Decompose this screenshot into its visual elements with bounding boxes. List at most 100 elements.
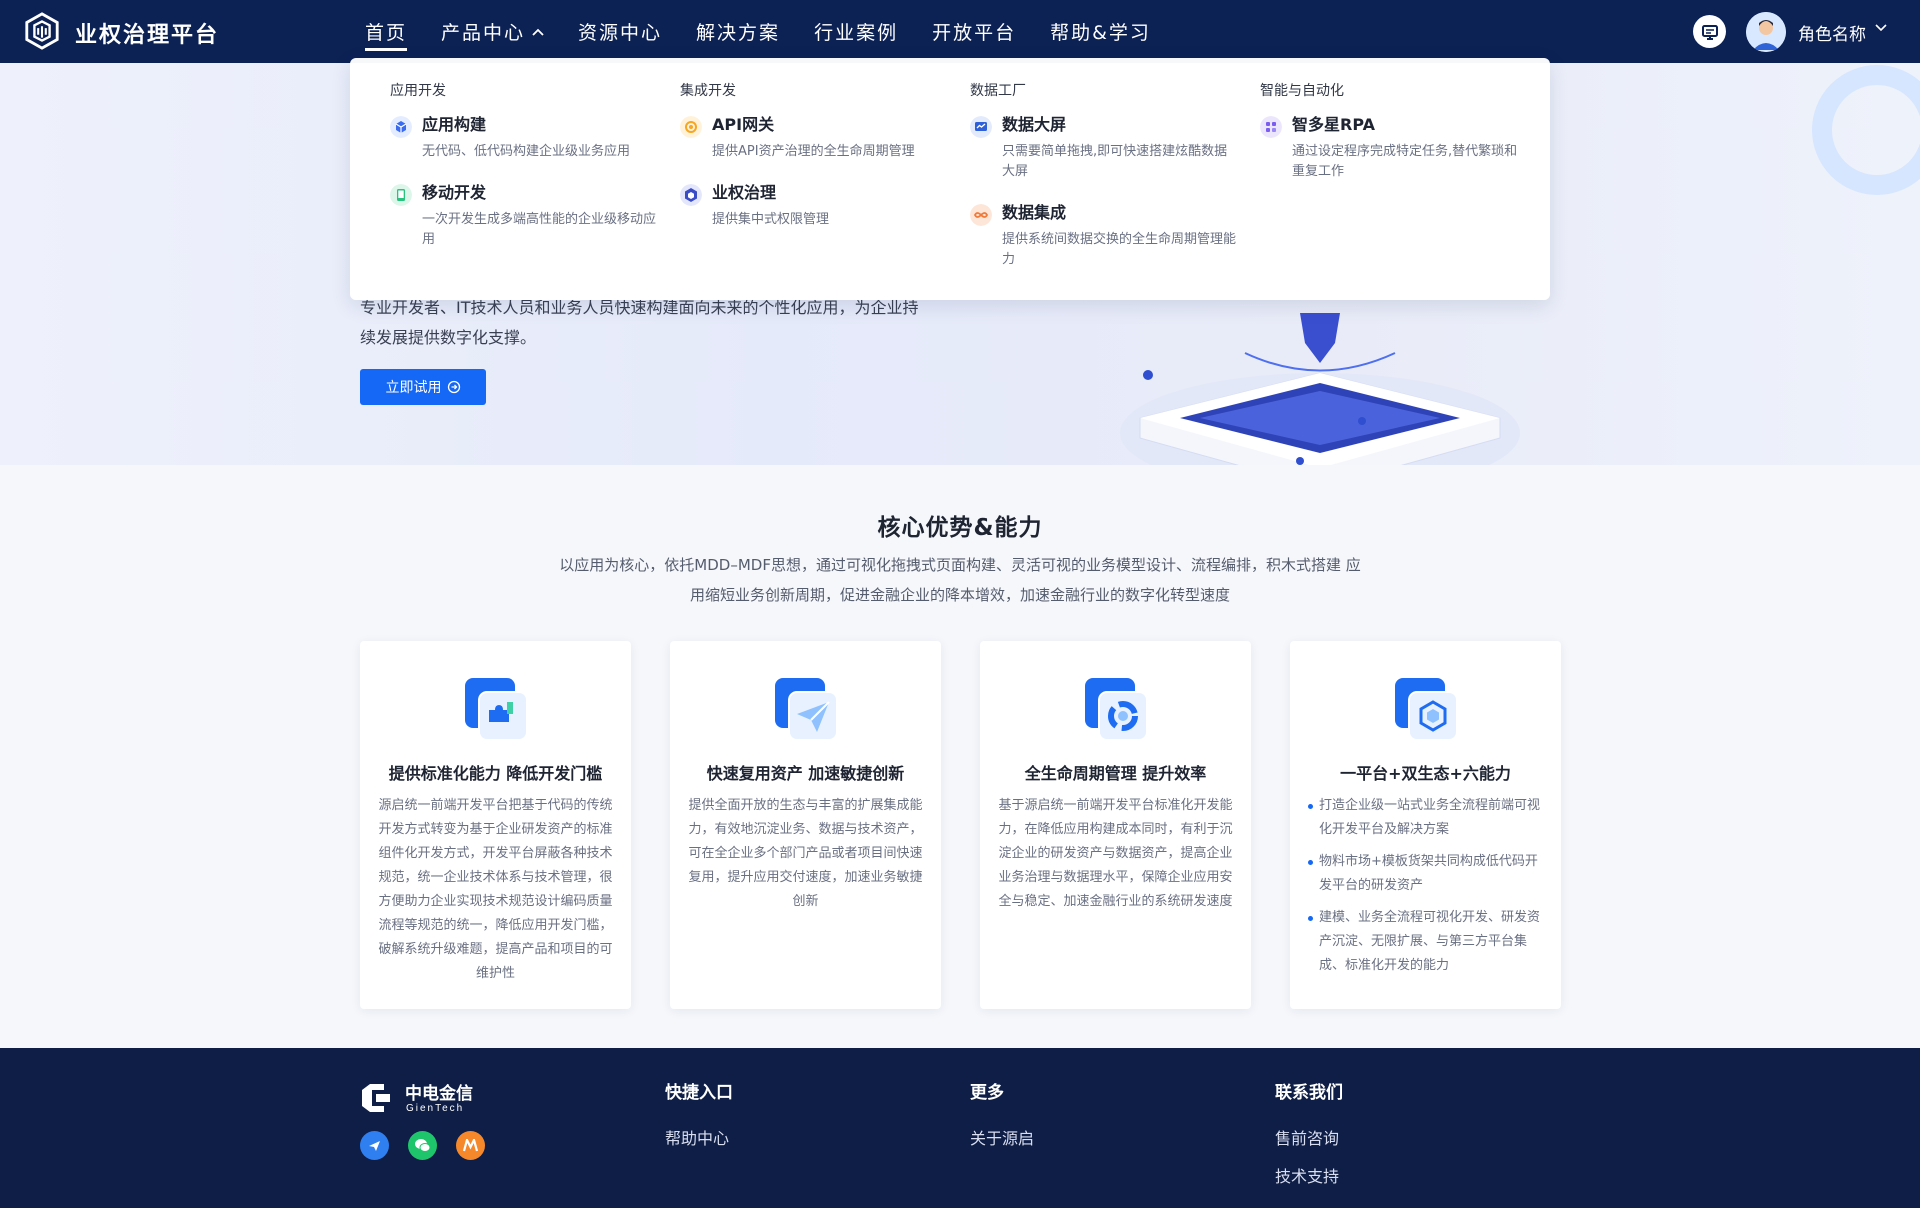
wechat-icon[interactable] xyxy=(408,1131,437,1160)
menu-item-desc: 提供API资产治理的全生命周期管理 xyxy=(712,144,915,159)
mobile-icon xyxy=(390,184,412,206)
nav-help[interactable]: 帮助&学习 xyxy=(1033,0,1168,63)
footer-heading: 快捷入口 xyxy=(665,1083,733,1103)
section-title: 核心优势&能力 xyxy=(877,515,1043,541)
card-list: 打造企业级一站式业务全流程前端可视化开发平台及解决方案 物料市场+模板货架共同构… xyxy=(1308,794,1548,986)
menu-item-title: 数据集成 xyxy=(1002,203,1067,222)
bird-icon[interactable] xyxy=(360,1131,389,1160)
paper-plane-icon xyxy=(775,678,838,741)
footer-heading: 联系我们 xyxy=(1275,1083,1343,1103)
card-title: 提供标准化能力 降低开发门槛 xyxy=(388,764,603,783)
list-item: 建模、业务全流程可视化开发、研发资产沉淀、无限扩展、与第三方平台集成、标准化开发… xyxy=(1308,906,1548,978)
menu-item-desc: 提供系统间数据交换的全生命周期管理能力 xyxy=(1002,232,1237,267)
nav-products[interactable]: 产品中心 xyxy=(424,0,561,63)
menu-item-desc: 只需要简单拖拽,即可快速搭建炫酷数据大屏 xyxy=(1002,144,1228,179)
nav-label: 资源中心 xyxy=(578,22,663,44)
footer: 中电金信 GienTech 快捷入口 帮助中心 更多 关于源启 联系我们 售前咨… xyxy=(0,1048,1920,1208)
card-body: 源启统一前端开发平台把基于代码的传统开发方式转变为基于企业研发资产的标准组件化开… xyxy=(378,798,613,981)
card-title: 快速复用资产 加速敏捷创新 xyxy=(706,764,905,783)
feature-card: 快速复用资产 加速敏捷创新 提供全面开放的生态与丰富的扩展集成能力，有效地沉淀业… xyxy=(670,641,941,1009)
main-nav: 首页 产品中心 资源中心 解决方案 行业案例 开放平台 帮助&学习 xyxy=(348,0,1168,63)
card-body: 基于源启统一前端开发平台标准化开发能力，在降低应用构建成本同时，有利于沉淀企业的… xyxy=(998,798,1233,909)
hexagon-ecosystem-icon xyxy=(1395,678,1458,741)
menu-item-title: API网关 xyxy=(712,115,775,134)
chevron-down-icon[interactable] xyxy=(1875,24,1887,32)
feature-card: 一平台+双生态+六能力 打造企业级一站式业务全流程前端可视化开发平台及解决方案 … xyxy=(1290,641,1561,1009)
nav-label: 产品中心 xyxy=(441,22,526,44)
m-logo-icon[interactable] xyxy=(456,1131,485,1160)
menu-item-desc: 一次开发生成多端高性能的企业级移动应用 xyxy=(422,212,657,247)
footer-column: 更多 关于源启 xyxy=(970,1078,1034,1163)
hexagon-icon xyxy=(680,184,702,206)
top-navbar: 业权治理平台 首页 产品中心 资源中心 解决方案 行业案例 开放平台 帮助&学习… xyxy=(0,0,1920,63)
nav-resources[interactable]: 资源中心 xyxy=(561,0,679,63)
arrow-circle-icon xyxy=(447,380,460,394)
nav-cases[interactable]: 行业案例 xyxy=(797,0,915,63)
brand-name[interactable]: 业权治理平台 xyxy=(75,17,219,49)
card-title: 全生命周期管理 提升效率 xyxy=(1024,764,1207,783)
dropdown-column: 智能与自动化 智多星RPA 通过设定程序完成特定任务,替代繁琐和重复工作 xyxy=(1260,80,1530,202)
logo-cn: 中电金信 xyxy=(405,1083,473,1103)
list-item: 物料市场+模板货架共同构成低代码开发平台的研发资产 xyxy=(1308,850,1548,898)
puzzle-icon xyxy=(465,678,528,741)
dropdown-category: 智能与自动化 xyxy=(1260,83,1344,99)
try-now-button[interactable]: 立即试用 xyxy=(360,369,486,405)
try-now-label: 立即试用 xyxy=(385,380,442,396)
footer-logo[interactable]: 中电金信 GienTech xyxy=(360,1080,490,1120)
products-dropdown: 应用开发 应用构建 无代码、低代码构建企业级业务应用 移动开发 一次开发生成多端… xyxy=(350,58,1550,300)
nav-label: 行业案例 xyxy=(814,22,899,44)
menu-item-permission[interactable]: 业权治理 提供集中式权限管理 xyxy=(680,182,950,230)
menu-item-data-integration[interactable]: 数据集成 提供系统间数据交换的全生命周期管理能力 xyxy=(970,202,1240,270)
list-item: 打造企业级一站式业务全流程前端可视化开发平台及解决方案 xyxy=(1308,794,1548,842)
avatar[interactable] xyxy=(1746,12,1786,52)
chart-screen-icon xyxy=(970,116,992,138)
gateway-icon xyxy=(680,116,702,138)
menu-item-rpa[interactable]: 智多星RPA 通过设定程序完成特定任务,替代繁琐和重复工作 xyxy=(1260,114,1530,182)
nav-home[interactable]: 首页 xyxy=(348,0,424,63)
footer-column: 快捷入口 帮助中心 xyxy=(665,1078,733,1163)
menu-item-title: 应用构建 xyxy=(422,115,487,134)
nav-solutions[interactable]: 解决方案 xyxy=(679,0,797,63)
chevron-up-icon xyxy=(532,28,544,36)
grid-icon xyxy=(1260,116,1282,138)
logo-icon[interactable] xyxy=(23,12,61,50)
menu-item-title: 数据大屏 xyxy=(1002,115,1067,134)
nav-label: 帮助&学习 xyxy=(1050,22,1151,44)
footer-heading: 更多 xyxy=(970,1083,1004,1103)
menu-item-app-build[interactable]: 应用构建 无代码、低代码构建企业级业务应用 xyxy=(390,114,660,162)
menu-item-title: 智多星RPA xyxy=(1292,115,1375,134)
menu-item-data-screen[interactable]: 数据大屏 只需要简单拖拽,即可快速搭建炫酷数据大屏 xyxy=(970,114,1240,182)
footer-link[interactable]: 帮助中心 xyxy=(665,1125,733,1149)
feature-card: 提供标准化能力 降低开发门槛 源启统一前端开发平台把基于代码的传统开发方式转变为… xyxy=(360,641,631,1009)
gientech-logo-icon: 中电金信 GienTech xyxy=(362,1083,473,1114)
menu-item-mobile-dev[interactable]: 移动开发 一次开发生成多端高性能的企业级移动应用 xyxy=(390,182,660,250)
lifecycle-icon xyxy=(1085,678,1148,741)
user-name[interactable]: 角色名称 xyxy=(1798,20,1866,45)
footer-column: 联系我们 售前咨询 技术支持 xyxy=(1275,1078,1343,1201)
footer-link[interactable]: 关于源启 xyxy=(970,1125,1034,1149)
dropdown-category: 数据工厂 xyxy=(970,83,1026,99)
monitor-icon xyxy=(1701,24,1718,40)
dropdown-column: 数据工厂 数据大屏 只需要简单拖拽,即可快速搭建炫酷数据大屏 数据集成 提供系统… xyxy=(970,80,1240,290)
section-subtitle: 以应用为核心，依托MDD–MDF思想，通过可视化拖拽式页面构建、灵活可视的业务模… xyxy=(559,556,1361,604)
dropdown-category: 集成开发 xyxy=(680,83,736,99)
decor-ring xyxy=(1812,65,1920,195)
footer-link[interactable]: 售前咨询 xyxy=(1275,1125,1343,1149)
menu-item-api-gateway[interactable]: API网关 提供API资产治理的全生命周期管理 xyxy=(680,114,950,162)
user-avatar-icon xyxy=(1746,12,1786,52)
menu-item-title: 移动开发 xyxy=(422,183,487,202)
social-links xyxy=(360,1131,485,1160)
menu-item-desc: 无代码、低代码构建企业级业务应用 xyxy=(422,144,631,159)
menu-item-desc: 通过设定程序完成特定任务,替代繁琐和重复工作 xyxy=(1292,144,1518,179)
cube-icon xyxy=(390,116,412,138)
nav-label: 开放平台 xyxy=(932,22,1017,44)
nav-label: 解决方案 xyxy=(696,22,781,44)
console-button[interactable] xyxy=(1693,15,1726,48)
card-title: 一平台+双生态+六能力 xyxy=(1340,764,1511,783)
menu-item-desc: 提供集中式权限管理 xyxy=(712,212,830,227)
footer-link[interactable]: 技术支持 xyxy=(1275,1163,1343,1187)
dropdown-category: 应用开发 xyxy=(390,83,446,99)
menu-item-title: 业权治理 xyxy=(712,183,777,202)
nav-open-platform[interactable]: 开放平台 xyxy=(915,0,1033,63)
card-body: 提供全面开放的生态与丰富的扩展集成能力，有效地沉淀业务、数据与技术资产，可在全企… xyxy=(688,798,923,909)
